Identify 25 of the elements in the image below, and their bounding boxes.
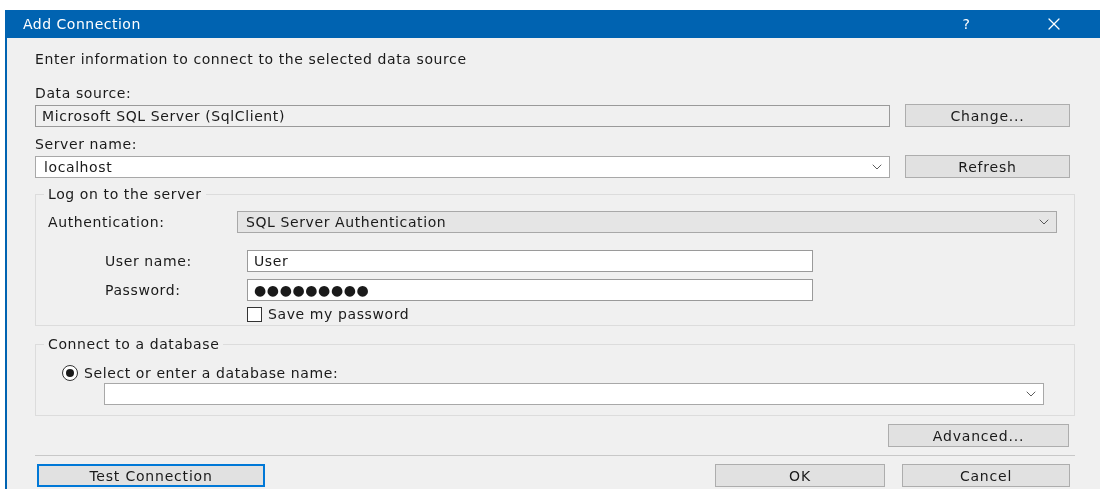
help-button[interactable]: ? bbox=[958, 16, 974, 32]
button[interactable]: Test Connection bbox=[37, 464, 265, 487]
refresh-button[interactable]: Refresh bbox=[905, 155, 1070, 178]
field-label: User name: bbox=[105, 253, 193, 269]
server-name-combo[interactable]: localhost bbox=[35, 155, 890, 178]
button[interactable]: Advanced... bbox=[888, 424, 1069, 447]
checkbox-label: Save my password bbox=[268, 306, 411, 322]
field-label: Data source: bbox=[35, 84, 133, 102]
checkbox[interactable] bbox=[247, 306, 262, 322]
user-name-field[interactable]: User bbox=[247, 250, 813, 272]
window-title: Add Connection bbox=[23, 16, 142, 32]
radio-label: Select or enter a database name: bbox=[84, 365, 340, 381]
authentication-combo[interactable]: SQL Server Authentication bbox=[237, 211, 1057, 233]
button[interactable]: Cancel bbox=[902, 464, 1070, 487]
instructions-text: Enter information to connect to the selected data source bbox=[35, 50, 468, 68]
field-label: Server name: bbox=[35, 135, 138, 153]
group-title: Log on to the server bbox=[47, 186, 203, 202]
change-button[interactable]: Change... bbox=[905, 104, 1070, 127]
radio-button[interactable] bbox=[62, 365, 78, 381]
password-field[interactable]: ●●●●●●●●● bbox=[247, 279, 813, 301]
button[interactable]: OK bbox=[715, 464, 885, 487]
data-source-field: Microsoft SQL Server (SqlClient) bbox=[35, 104, 890, 127]
field-label: Authentication: bbox=[48, 214, 166, 230]
field-label: Password: bbox=[105, 282, 182, 298]
group-title: Connect to a database bbox=[47, 336, 221, 352]
